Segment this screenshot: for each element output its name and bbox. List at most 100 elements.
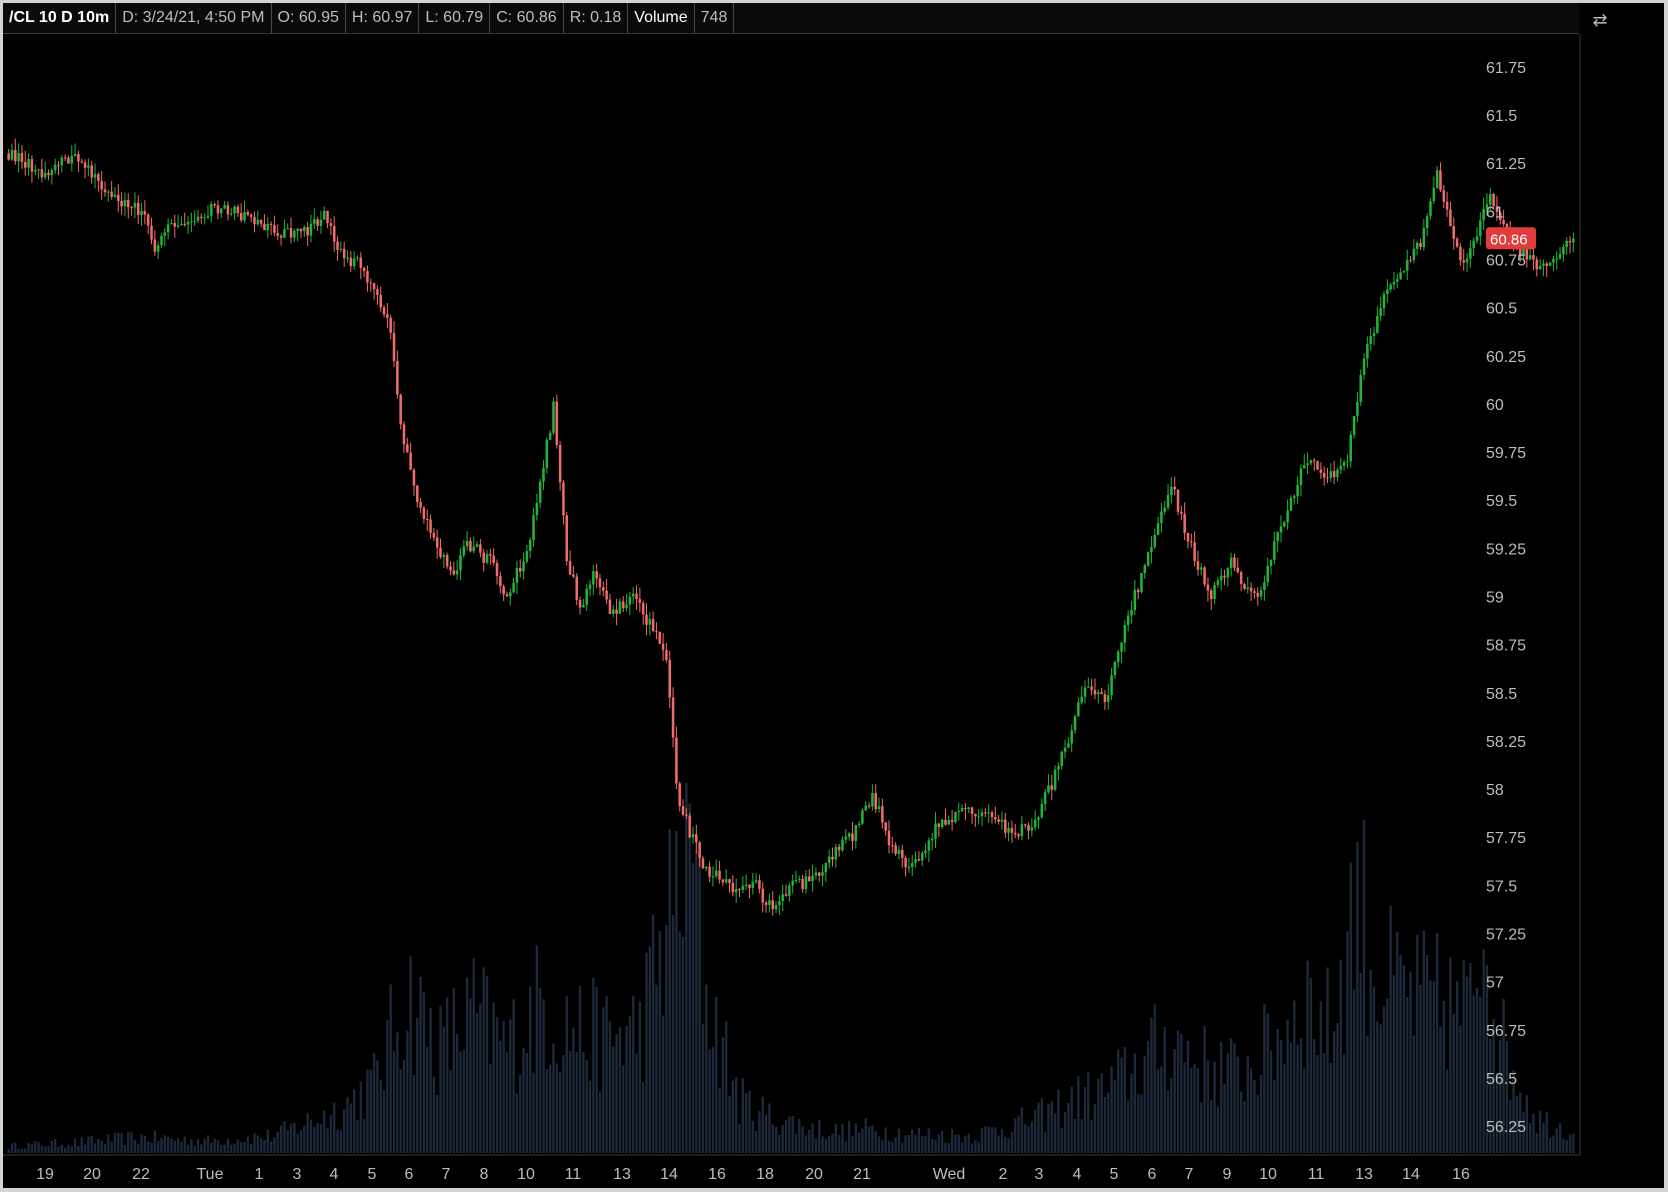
volume-bar	[432, 1076, 436, 1153]
volume-bar	[1386, 998, 1389, 1153]
volume-bar	[1113, 1079, 1117, 1153]
candle-body	[1455, 238, 1459, 247]
candle-body	[170, 223, 173, 225]
candle-body	[249, 214, 253, 217]
candle-body	[406, 444, 409, 453]
volume-bar	[1233, 1043, 1236, 1153]
volume-bar	[1043, 1132, 1047, 1153]
volume-bar	[1303, 1068, 1306, 1153]
volume-bar	[44, 1146, 47, 1153]
volume-bar	[462, 1049, 465, 1153]
candle-body	[572, 574, 575, 577]
volume-bar	[1146, 1041, 1150, 1153]
volume-bar	[213, 1138, 216, 1153]
volume-bar	[1083, 1087, 1087, 1153]
volume-bar	[871, 1125, 874, 1153]
volume-bar	[1004, 1136, 1007, 1153]
candle-body	[303, 227, 306, 232]
volume-readout: 748	[695, 3, 735, 33]
volume-bar	[884, 1127, 887, 1153]
volume-bar	[1087, 1071, 1090, 1153]
expand-collapse-icon[interactable]: ⇄	[1583, 7, 1617, 33]
price-tick-label: 57.25	[1486, 927, 1526, 944]
candle-body	[585, 588, 588, 605]
candle-body	[542, 467, 545, 482]
candle-body	[80, 161, 83, 163]
candle-body	[625, 604, 628, 609]
volume-bar	[1572, 1133, 1575, 1153]
candle-body	[924, 850, 927, 853]
candle-body	[309, 223, 313, 236]
volume-bar	[1339, 959, 1342, 1153]
volume-bar	[711, 1046, 715, 1153]
volume-bar	[864, 1118, 867, 1153]
volume-bar	[967, 1133, 970, 1153]
candle-body	[1312, 460, 1316, 462]
candle-body	[1382, 294, 1386, 309]
volume-bar	[728, 1095, 731, 1153]
volume-bar	[894, 1137, 897, 1153]
volume-bar	[150, 1142, 153, 1153]
volume-bar	[731, 1080, 735, 1153]
volume-bar	[1482, 949, 1485, 1153]
candle-body	[751, 882, 755, 888]
candle-body	[771, 900, 774, 910]
candle-body	[126, 199, 130, 208]
close-readout: C: 60.86	[490, 3, 564, 33]
volume-bar	[768, 1103, 771, 1153]
volume-bar	[1093, 1104, 1097, 1153]
volume-bar	[1047, 1103, 1050, 1153]
candle-body	[761, 888, 765, 903]
volume-bar	[738, 1123, 741, 1153]
candle-body	[1545, 263, 1549, 266]
volume-bar	[558, 1071, 562, 1153]
candle-body	[1326, 477, 1329, 479]
volume-bar	[1359, 972, 1362, 1153]
volume-bar	[911, 1129, 914, 1153]
volume-bar	[475, 1013, 479, 1153]
volume-bar	[313, 1126, 316, 1153]
volume-bar	[1127, 1100, 1130, 1153]
volume-bar	[359, 1081, 362, 1153]
candle-body	[37, 169, 40, 171]
volume-bar	[788, 1116, 791, 1153]
candle-body	[1000, 819, 1004, 822]
candle-body	[538, 481, 542, 503]
candle-body	[631, 593, 635, 597]
candle-body	[1100, 692, 1103, 695]
candle-body	[236, 206, 240, 214]
volume-bar	[1455, 980, 1459, 1153]
volume-bar	[1249, 1068, 1253, 1153]
symbol-label[interactable]: /CL 10 D 10m	[3, 3, 117, 33]
candle-body	[412, 469, 416, 486]
volume-bar	[422, 992, 426, 1153]
date-readout: D: 3/24/21, 4:50 PM	[116, 3, 272, 33]
volume-bar	[1479, 996, 1482, 1153]
volume-bar	[522, 1047, 525, 1153]
volume-bar	[897, 1128, 901, 1153]
volume-bar	[1030, 1121, 1034, 1153]
volume-bar	[781, 1125, 784, 1153]
candlestick-chart[interactable]: 61.7561.561.256160.7560.560.256059.7559.…	[3, 3, 1664, 1188]
volume-bar	[1239, 1091, 1243, 1153]
volume-bar	[691, 863, 695, 1153]
candle-body	[110, 191, 113, 197]
candle-body	[1568, 240, 1572, 243]
candle-body	[588, 584, 592, 589]
volume-bar	[1445, 1069, 1449, 1153]
candle-body	[57, 164, 60, 166]
candle-body	[1286, 510, 1289, 523]
candle-body	[459, 555, 462, 571]
volume-bar	[658, 930, 661, 1153]
candle-body	[505, 594, 509, 597]
volume-bar	[1376, 1021, 1379, 1153]
volume-bar	[1349, 862, 1352, 1153]
candle-body	[455, 570, 459, 575]
volume-bar	[1346, 931, 1349, 1153]
candle-body	[40, 169, 44, 178]
time-tick-label: 3	[1035, 1166, 1044, 1183]
time-tick-label: 11	[1308, 1166, 1325, 1183]
volume-bar	[1173, 1049, 1176, 1153]
volume-bar	[1366, 1035, 1369, 1153]
candle-body	[399, 394, 402, 425]
